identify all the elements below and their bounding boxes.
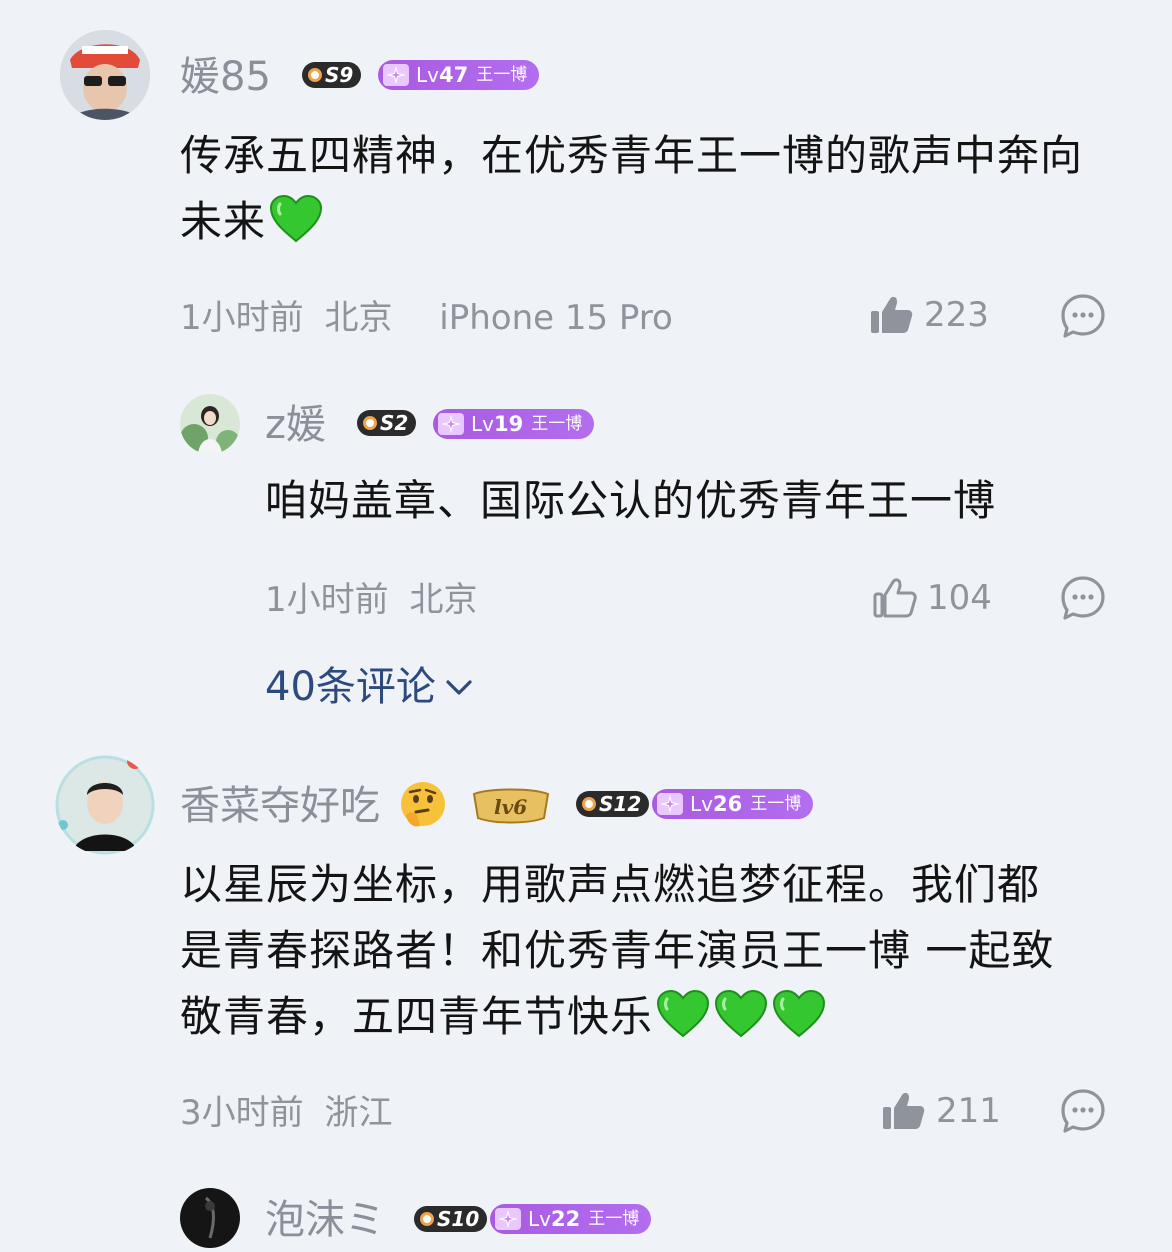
like-count: 211 (936, 1091, 1001, 1131)
green-heart-icon (268, 194, 324, 244)
sparkle-icon (494, 1207, 522, 1231)
username[interactable]: 泡沫ミ (265, 1200, 385, 1240)
thumbs-up-filled-icon (882, 1090, 926, 1132)
comment-text: 传承五四精神，在优秀青年王一博的歌声中奔向未来 (180, 131, 1084, 246)
user-avatar[interactable] (60, 30, 150, 120)
s-level-badge: S2 (357, 410, 417, 436)
fan-level-badge[interactable]: Lv 47 王一博 (378, 60, 540, 90)
green-heart-icon (713, 989, 769, 1039)
reply-meta: 1小时前 北京 (265, 583, 477, 617)
sparkle-icon (656, 792, 684, 816)
fan-level-badge[interactable]: Lv 19 王一博 (433, 409, 595, 439)
comment-location: 北京 (324, 298, 393, 338)
ring-icon (420, 1212, 434, 1226)
comment-bubble-icon[interactable] (1060, 293, 1106, 339)
fan-level-badge[interactable]: Lv 22 王一博 (490, 1204, 652, 1234)
user-avatar[interactable] (180, 394, 240, 454)
s-level-badge: S12 (576, 791, 650, 817)
reply-time: 1小时前 (265, 580, 389, 620)
reply-location: 北京 (409, 580, 478, 620)
reply-text: 咱妈盖章、国际公认的优秀青年王一博 (265, 476, 997, 525)
username[interactable]: 媛85 (180, 57, 271, 97)
comment-location: 浙江 (324, 1093, 393, 1133)
sparkle-icon (382, 63, 410, 87)
sparkle-icon (437, 412, 465, 436)
comment-bubble-icon[interactable] (1060, 575, 1106, 621)
thumbs-up-outline-icon (873, 577, 917, 619)
ring-icon (363, 416, 377, 430)
expand-replies-link[interactable]: 40条评论 (265, 667, 476, 707)
comment-time: 1小时前 (180, 298, 304, 338)
like-button[interactable]: 223 (870, 294, 989, 336)
comment-text: 以星辰为坐标，用歌声点燃追梦征程。我们都 是青春探路者！和优秀青年演员王一博 一… (180, 860, 1055, 1041)
thumbs-up-filled-icon (870, 294, 914, 336)
comment-time: 3小时前 (180, 1093, 304, 1133)
fan-medal-icon: lv6 (472, 788, 550, 824)
ring-icon (582, 797, 596, 811)
comment-bubble-icon[interactable] (1060, 1088, 1106, 1134)
username[interactable]: z媛 (265, 405, 326, 445)
user-avatar[interactable] (55, 755, 155, 855)
medal-label: lv6 (494, 795, 527, 819)
like-count: 104 (927, 578, 992, 618)
like-button[interactable]: 211 (882, 1090, 1001, 1132)
comment-device: iPhone 15 Pro (439, 298, 673, 338)
comment-meta: 3小时前 浙江 (180, 1096, 392, 1130)
username[interactable]: 香菜夺好吃 (180, 786, 380, 826)
green-heart-icon (655, 989, 711, 1039)
user-avatar[interactable] (180, 1188, 240, 1248)
fan-level-badge[interactable]: Lv 26 王一博 (652, 789, 814, 819)
thinking-face-icon (401, 782, 445, 827)
like-button[interactable]: 104 (873, 577, 992, 619)
comment-meta: 1小时前 北京 iPhone 15 Pro (180, 301, 673, 335)
s-level-badge: S9 (302, 62, 362, 88)
chevron-down-icon (446, 680, 472, 695)
ring-icon (308, 68, 322, 82)
s-level-badge: S10 (414, 1206, 488, 1232)
like-count: 223 (924, 295, 989, 335)
green-heart-icon (771, 989, 827, 1039)
